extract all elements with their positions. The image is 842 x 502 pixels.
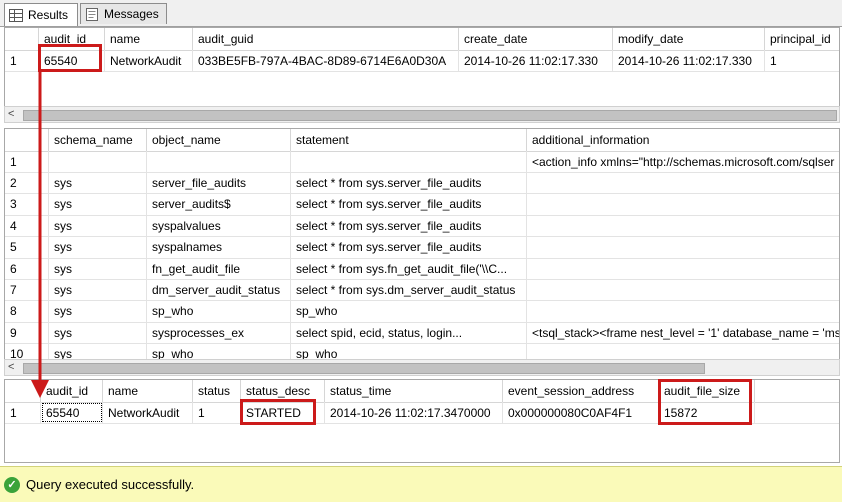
table-cell[interactable]: sp_who <box>291 343 527 359</box>
table-cell[interactable]: sys <box>49 236 147 258</box>
table-cell[interactable]: 2014-10-26 11:02:17.3470000 <box>325 402 503 423</box>
table-cell[interactable]: select * from sys.server_file_audits <box>291 172 527 194</box>
audit-file-result-grid[interactable]: schema_name object_name statement additi… <box>4 128 840 360</box>
table-cell[interactable] <box>527 237 839 258</box>
table-cell[interactable]: syspalnames <box>147 236 291 258</box>
table-cell[interactable]: 033BE5FB-797A-4BAC-8D89-6714E6A0D30A <box>193 50 459 71</box>
table-cell[interactable] <box>291 151 527 172</box>
horizontal-scrollbar[interactable]: < <box>4 359 840 376</box>
table-cell[interactable]: server_file_audits <box>147 172 291 194</box>
table-row[interactable]: 2 sys server_file_audits select * from sys.… <box>5 172 839 195</box>
table-cell[interactable]: <tsql_stack><frame nest_level = '1' data… <box>527 322 839 343</box>
table-cell[interactable]: sys <box>49 279 147 301</box>
scrollbar-thumb[interactable] <box>23 110 837 121</box>
grid-header: audit_id name audit_guid create_date mod… <box>5 28 839 51</box>
table-cell[interactable] <box>147 151 291 172</box>
column-header[interactable]: audit_guid <box>193 28 459 50</box>
column-header[interactable]: object_name <box>147 129 291 151</box>
status-bar: ✓ Query executed successfully. <box>0 466 842 502</box>
table-cell[interactable]: sys <box>49 343 147 359</box>
table-cell[interactable] <box>527 279 839 300</box>
table-cell[interactable]: select * from sys.fn_get_audit_file('\\C… <box>291 258 527 279</box>
table-cell[interactable]: sys <box>49 172 147 194</box>
table-row[interactable]: 5 sys syspalnames select * from sys.server_… <box>5 236 839 259</box>
table-row[interactable]: 8 sys sp_who sp_who <box>5 300 839 323</box>
highlight-box-status-desc <box>240 399 316 425</box>
table-cell[interactable]: server_audits$ <box>147 193 291 215</box>
table-cell[interactable]: syspalvalues <box>147 215 291 237</box>
table-row[interactable]: 7 sys dm_server_audit_status select * from … <box>5 279 839 302</box>
scrollbar-thumb[interactable] <box>23 363 705 374</box>
table-row[interactable]: 4 sys syspalvalues select * from sys.server… <box>5 215 839 238</box>
column-header[interactable]: status <box>193 380 241 402</box>
table-cell[interactable]: select * from sys.server_file_audits <box>291 236 527 258</box>
table-cell[interactable]: NetworkAudit <box>105 50 193 71</box>
results-tab-bar: Results Messages <box>0 0 842 27</box>
table-cell[interactable]: sp_who <box>291 300 527 322</box>
column-header[interactable]: additional_information <box>527 129 839 151</box>
tab-messages[interactable]: Messages <box>80 3 167 24</box>
table-cell[interactable]: 1 <box>193 402 241 423</box>
table-cell[interactable]: 2014-10-26 11:02:17.330 <box>613 50 765 71</box>
row-header-corner <box>5 28 39 50</box>
grid-results-icon <box>9 8 23 22</box>
table-cell[interactable]: 65540 <box>41 402 103 423</box>
table-cell[interactable]: dm_server_audit_status <box>147 279 291 301</box>
highlight-box-audit-file-size <box>658 379 752 425</box>
table-cell[interactable]: sys <box>49 300 147 322</box>
table-row[interactable]: 1 65540 NetworkAudit 033BE5FB-797A-4BAC-… <box>5 50 839 72</box>
messages-icon <box>85 7 99 21</box>
grid-header: schema_name object_name statement additi… <box>5 129 839 152</box>
column-header[interactable]: statement <box>291 129 527 151</box>
table-row[interactable]: 10 sys sp_who sp_who <box>5 343 839 359</box>
status-message: Query executed successfully. <box>26 477 195 492</box>
column-header[interactable]: status_time <box>325 380 503 402</box>
column-header[interactable]: name <box>103 380 193 402</box>
table-cell[interactable]: NetworkAudit <box>103 402 193 423</box>
row-number[interactable]: 1 <box>5 402 41 423</box>
table-cell[interactable]: select spid, ecid, status, login... <box>291 322 527 344</box>
table-row[interactable]: 9 sys sysprocesses_ex select spid, ecid, st… <box>5 322 839 345</box>
table-cell[interactable] <box>527 301 839 322</box>
column-header[interactable]: modify_date <box>613 28 765 50</box>
table-cell[interactable] <box>527 344 839 359</box>
tab-messages-label: Messages <box>104 7 159 21</box>
table-cell[interactable]: select * from sys.dm_server_audit_status <box>291 279 527 301</box>
table-cell[interactable]: fn_get_audit_file <box>147 258 291 279</box>
table-row[interactable]: 3 sys server_audits$ select * from sys.serv… <box>5 193 839 216</box>
audits-result-grid[interactable]: audit_id name audit_guid create_date mod… <box>4 27 840 107</box>
table-cell[interactable] <box>527 172 839 193</box>
table-cell[interactable]: 1 <box>765 50 839 71</box>
column-header[interactable]: schema_name <box>49 129 147 151</box>
scroll-left-icon[interactable]: < <box>8 361 14 373</box>
column-header[interactable]: principal_id <box>765 28 839 50</box>
check-circle-icon: ✓ <box>4 476 20 493</box>
table-cell[interactable] <box>527 258 839 279</box>
table-cell[interactable]: 2014-10-26 11:02:17.330 <box>459 50 613 71</box>
table-cell[interactable] <box>49 151 147 172</box>
column-header[interactable]: event_session_address <box>503 380 659 402</box>
table-cell[interactable]: sp_who <box>147 300 291 322</box>
column-header[interactable]: name <box>105 28 193 50</box>
table-cell[interactable]: sys <box>49 215 147 237</box>
red-arrow-icon <box>31 70 49 398</box>
tab-results-label: Results <box>28 8 69 22</box>
column-header[interactable]: create_date <box>459 28 613 50</box>
table-cell[interactable]: sys <box>49 322 147 344</box>
table-cell[interactable]: sysprocesses_ex <box>147 322 291 344</box>
table-cell[interactable]: select * from sys.server_file_audits <box>291 193 527 215</box>
horizontal-scrollbar[interactable]: < <box>4 106 840 123</box>
table-row[interactable]: 6 sys fn_get_audit_file select * from sys.f… <box>5 258 839 280</box>
table-cell[interactable] <box>527 215 839 236</box>
table-cell[interactable]: sys <box>49 193 147 215</box>
table-cell[interactable]: sys <box>49 258 147 279</box>
table-cell[interactable] <box>527 194 839 215</box>
tab-results[interactable]: Results <box>4 3 78 26</box>
table-cell[interactable]: sp_who <box>147 343 291 359</box>
table-cell[interactable]: 0x000000080C0AF4F1 <box>503 402 659 423</box>
table-row[interactable]: 1 <action_info xmlns="http://schemas.micr… <box>5 151 839 173</box>
table-cell[interactable]: select * from sys.server_file_audits <box>291 215 527 237</box>
table-cell[interactable]: <action_info xmlns="http://schemas.micro… <box>527 151 839 172</box>
scroll-left-icon[interactable]: < <box>8 108 14 120</box>
